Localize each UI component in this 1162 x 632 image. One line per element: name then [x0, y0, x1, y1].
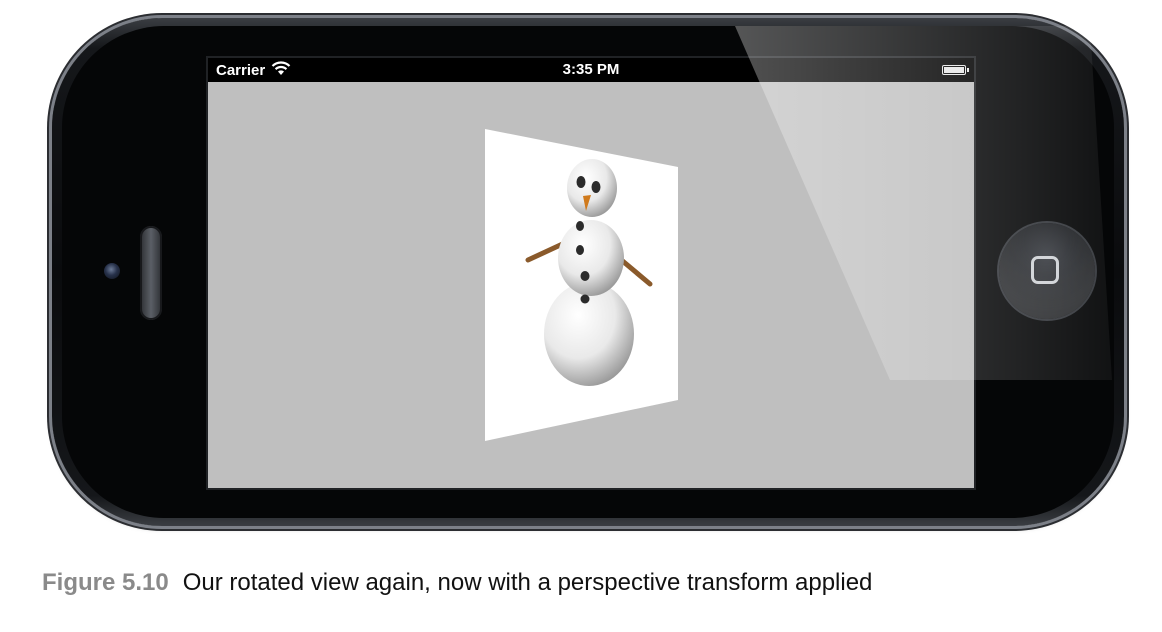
home-button-icon — [1031, 256, 1059, 284]
figure: Carrier 3:35 PM Figure 5.10 Our rotated … — [0, 0, 1162, 632]
figure-label: Figure 5.10 — [42, 569, 169, 596]
earpiece-speaker — [140, 226, 162, 320]
figure-caption-text: Our rotated view again, now with a persp… — [182, 569, 873, 596]
device-screen: Carrier 3:35 PM — [208, 58, 974, 488]
transformed-layer-view — [485, 129, 678, 441]
front-camera-icon — [104, 263, 120, 279]
figure-caption: Figure 5.10 Our rotated view again, now w… — [42, 569, 872, 597]
home-button[interactable] — [999, 223, 1095, 319]
